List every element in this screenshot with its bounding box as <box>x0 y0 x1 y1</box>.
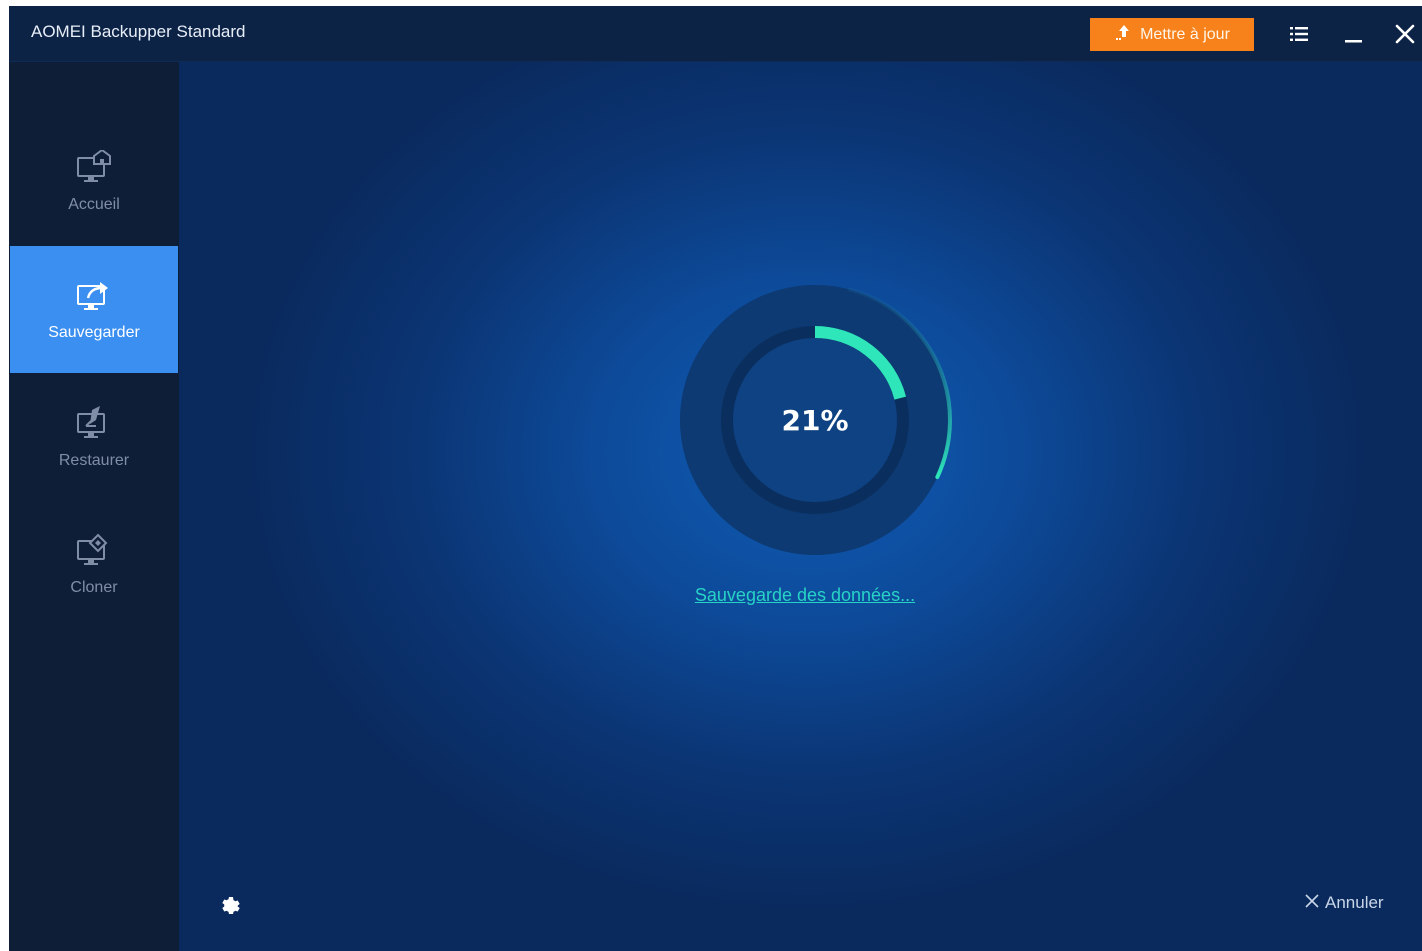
update-button[interactable]: Mettre à jour <box>1090 18 1254 51</box>
main-panel: 21% Sauvegarde des données... Annuler <box>179 62 1422 951</box>
title-bar: AOMEI Backupper Standard Mettre à jour <box>9 6 1422 62</box>
menu-icon[interactable] <box>1286 21 1312 47</box>
progress-ring: 21% <box>670 275 960 565</box>
cancel-button[interactable]: Annuler <box>1305 893 1384 913</box>
sidebar-item-label: Sauvegarder <box>48 323 140 341</box>
sidebar-item-restaurer[interactable]: Restaurer <box>10 374 178 501</box>
home-monitor-icon <box>74 148 114 196</box>
sidebar: Accueil Sauvegarder Restaurer Cloner <box>9 62 179 951</box>
settings-gear-icon[interactable] <box>219 894 243 918</box>
app-title: AOMEI Backupper Standard <box>31 22 246 41</box>
sidebar-item-label: Accueil <box>68 195 120 213</box>
restore-monitor-icon <box>74 405 114 452</box>
sidebar-item-sauvegarder[interactable]: Sauvegarder <box>10 246 178 373</box>
sidebar-item-cloner[interactable]: Cloner <box>10 501 178 628</box>
upload-arrow-icon <box>1114 23 1134 46</box>
close-icon[interactable] <box>1392 21 1418 47</box>
backup-monitor-icon <box>74 278 114 324</box>
app-window: AOMEI Backupper Standard Mettre à jour A… <box>9 6 1422 951</box>
status-link[interactable]: Sauvegarde des données... <box>687 585 923 606</box>
cancel-x-icon <box>1305 893 1319 913</box>
progress-percent: 21% <box>781 403 849 437</box>
minimize-icon[interactable] <box>1340 21 1366 47</box>
cancel-button-label: Annuler <box>1325 893 1384 912</box>
sidebar-item-label: Restaurer <box>58 451 130 469</box>
clone-monitor-icon <box>74 533 114 579</box>
update-button-label: Mettre à jour <box>1140 25 1230 43</box>
sidebar-item-label: Cloner <box>70 578 118 596</box>
sidebar-item-accueil[interactable]: Accueil <box>10 118 178 245</box>
